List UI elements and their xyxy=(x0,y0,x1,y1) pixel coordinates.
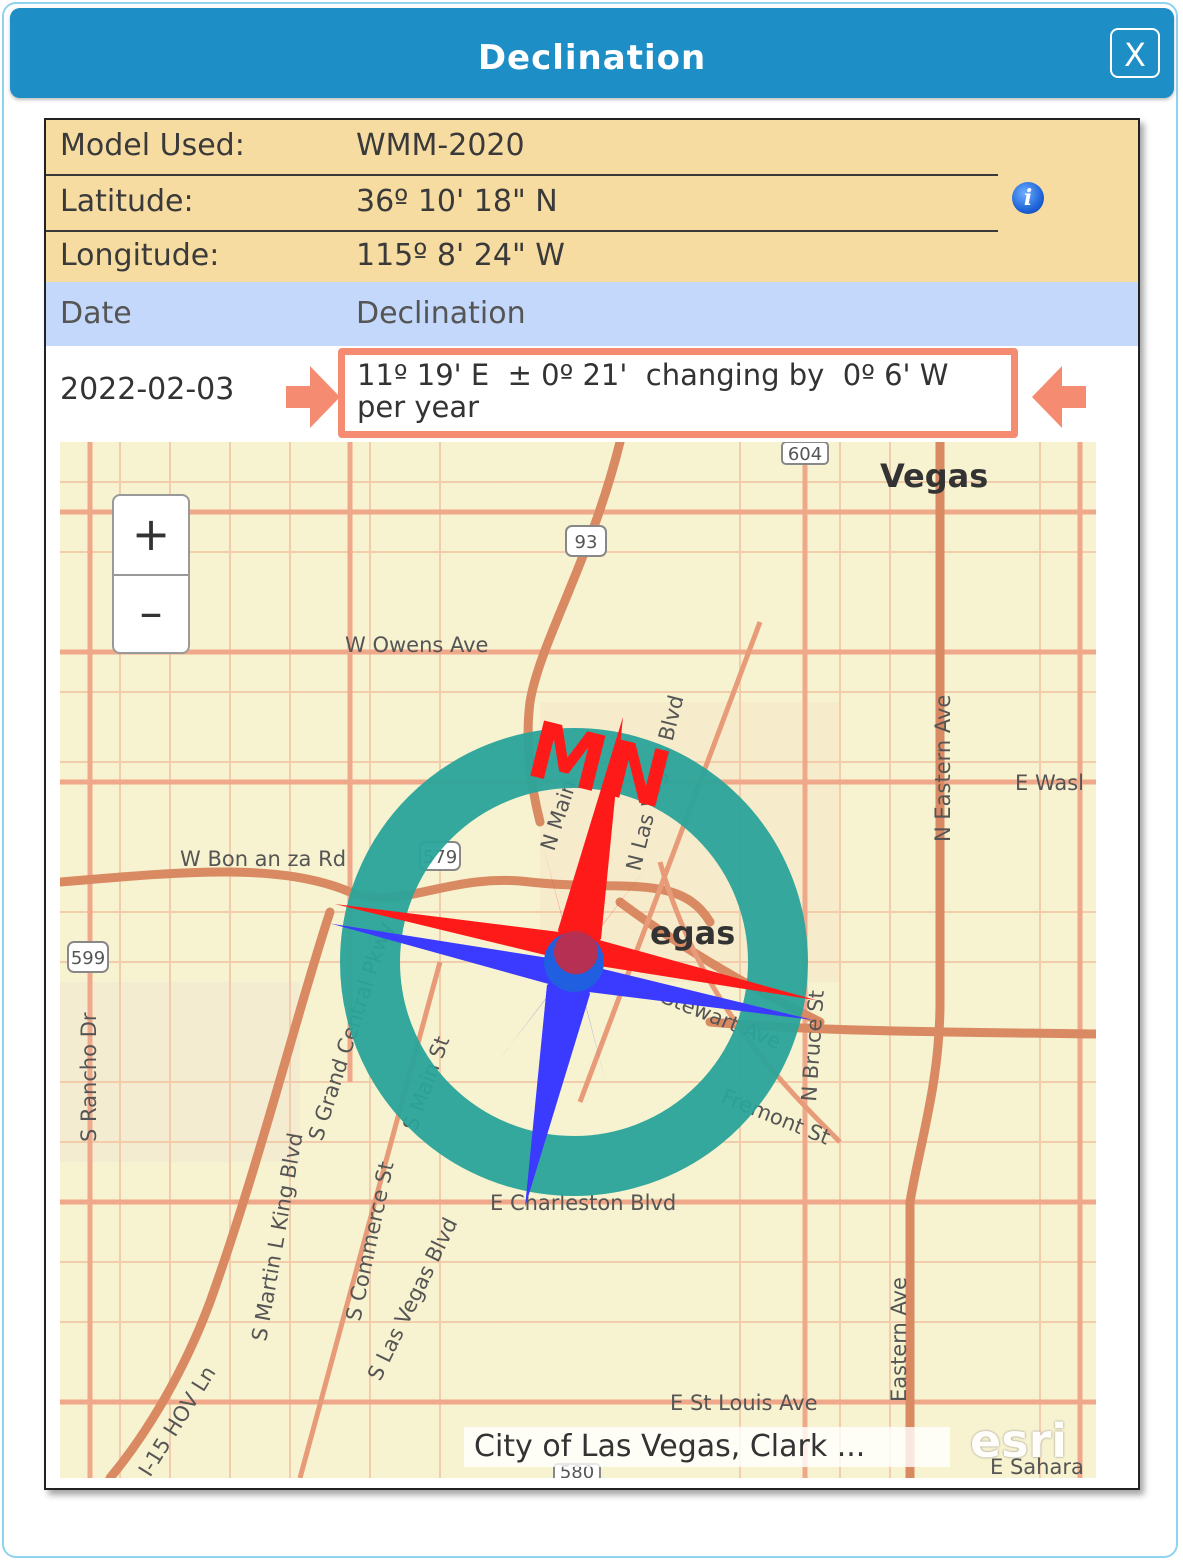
declination-header: Declination xyxy=(356,296,526,331)
map-label-bonanza: W Bon an za Rd xyxy=(180,847,346,871)
dialog-title: Declination xyxy=(477,38,707,78)
zoom-out-button[interactable]: – xyxy=(114,574,188,652)
longitude-label: Longitude: xyxy=(60,238,220,273)
info-icon[interactable]: i xyxy=(1012,182,1044,214)
zoom-control: + – xyxy=(112,494,190,654)
map-canvas[interactable]: Vegas W Owens Ave W Bon an za Rd E Charl… xyxy=(60,442,1096,1478)
map-label-eastern: N Eastern Ave xyxy=(931,695,955,842)
arrow-right-icon xyxy=(286,366,340,428)
latitude-row: Latitude: 36º 10' 18" N xyxy=(46,176,998,232)
title-bar: Declination X xyxy=(10,8,1174,98)
longitude-row: Longitude: 115º 8' 24" W xyxy=(46,230,998,284)
model-label: Model Used: xyxy=(60,128,245,163)
declination-highlight: 11º 19' E ± 0º 21' changing by 0º 6' W p… xyxy=(338,348,1018,438)
map-label-city-center: egas xyxy=(650,914,735,952)
declination-value: 11º 19' E ± 0º 21' changing by 0º 6' W p… xyxy=(357,358,949,424)
map-label-eastern-s: Eastern Ave xyxy=(887,1277,911,1402)
table-header: Date Declination xyxy=(46,282,1138,346)
map-label-washington: E Wasl xyxy=(1015,771,1084,795)
shield-599: 599 xyxy=(71,948,105,969)
esri-logo[interactable]: esri xyxy=(970,1414,1067,1468)
map-label-st-louis: E St Louis Ave xyxy=(670,1391,818,1415)
arrow-left-icon xyxy=(1032,366,1086,428)
map-label-rancho: S Rancho Dr xyxy=(77,1012,101,1142)
map-label-owens: W Owens Ave xyxy=(345,633,488,657)
zoom-in-button[interactable]: + xyxy=(114,496,188,576)
shield-604: 604 xyxy=(788,444,822,465)
model-value: WMM-2020 xyxy=(356,128,525,163)
close-button[interactable]: X xyxy=(1110,28,1160,78)
results-panel: Model Used: WMM-2020 Latitude: 36º 10' 1… xyxy=(44,118,1140,1490)
longitude-value: 115º 8' 24" W xyxy=(356,238,565,273)
latitude-value: 36º 10' 18" N xyxy=(356,184,558,219)
map-view[interactable]: Vegas W Owens Ave W Bon an za Rd E Charl… xyxy=(60,442,1096,1478)
model-info: Model Used: WMM-2020 Latitude: 36º 10' 1… xyxy=(46,120,1138,282)
date-header: Date xyxy=(60,296,132,331)
model-row: Model Used: WMM-2020 xyxy=(46,120,998,176)
latitude-label: Latitude: xyxy=(60,184,194,219)
map-label-vegas-top: Vegas xyxy=(880,457,988,495)
map-attribution[interactable]: City of Las Vegas, Clark ... xyxy=(464,1427,950,1467)
date-value: 2022-02-03 xyxy=(60,372,235,407)
shield-93: 93 xyxy=(575,532,598,553)
